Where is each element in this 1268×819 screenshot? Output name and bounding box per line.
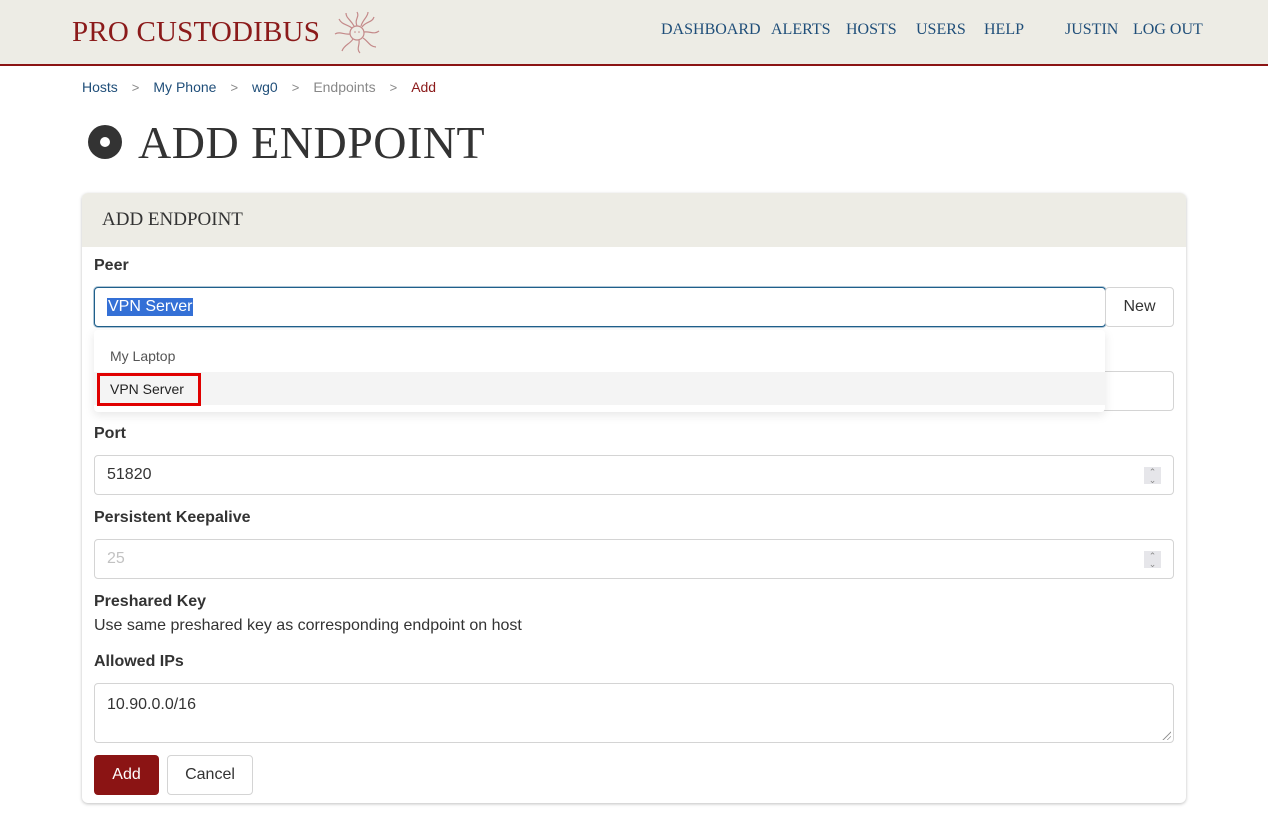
allowed-ips-textarea[interactable]: 10.90.0.0/16: [94, 683, 1174, 743]
nav-alerts[interactable]: ALERTS: [771, 21, 830, 39]
allowed-ips-label: Allowed IPs: [94, 653, 184, 670]
new-peer-button[interactable]: New: [1105, 287, 1174, 327]
nav-hosts[interactable]: HOSTS: [846, 21, 897, 39]
preshared-key-label: Preshared Key: [94, 593, 207, 610]
breadcrumb-separator: >: [389, 79, 398, 95]
peer-input-value: VPN Server: [107, 298, 194, 316]
breadcrumb-separator: >: [230, 79, 239, 95]
breadcrumb-endpoints: Endpoints: [313, 79, 376, 95]
add-endpoint-card: ADD ENDPOINT Peer VPN Server New My Lapt…: [82, 193, 1186, 803]
cancel-button[interactable]: Cancel: [167, 755, 253, 795]
peer-input[interactable]: VPN Server: [94, 287, 1106, 327]
chevron-down-icon[interactable]: ⌄: [1149, 559, 1157, 568]
resize-handle-icon[interactable]: [1161, 730, 1171, 740]
annotation-highlight-box: [97, 373, 201, 406]
preshared-key-help: Use same preshared key as corresponding …: [94, 617, 522, 634]
nav-dashboard[interactable]: DASHBOARD: [661, 21, 761, 39]
nav-users[interactable]: USERS: [916, 21, 966, 39]
breadcrumb-my-phone[interactable]: My Phone: [153, 79, 216, 95]
breadcrumb-separator: >: [131, 79, 140, 95]
port-input[interactable]: 51820 ⌃ ⌄: [94, 455, 1174, 495]
top-navbar: PRO CUSTODIBUS DASHBOARD ALERTS HOSTS US…: [0, 0, 1268, 66]
page-title: ADD ENDPOINT: [138, 116, 486, 168]
keepalive-input[interactable]: 25 ⌃ ⌄: [94, 539, 1174, 579]
chevron-down-icon[interactable]: ⌄: [1149, 475, 1157, 484]
nav-help[interactable]: HELP: [984, 21, 1024, 39]
card-header: ADD ENDPOINT: [82, 193, 1186, 247]
breadcrumb-separator: >: [291, 79, 300, 95]
port-spinner[interactable]: ⌃ ⌄: [1144, 467, 1161, 484]
keepalive-spinner[interactable]: ⌃ ⌄: [1144, 551, 1161, 568]
allowed-ips-value: 10.90.0.0/16: [107, 696, 196, 713]
nav-user-profile[interactable]: JUSTIN: [1065, 21, 1118, 39]
port-label: Port: [94, 425, 126, 442]
keepalive-placeholder: 25: [107, 550, 125, 567]
option-label: My Laptop: [110, 347, 176, 364]
keepalive-label: Persistent Keepalive: [94, 509, 251, 526]
breadcrumb-wg0[interactable]: wg0: [252, 79, 278, 95]
nav-logout[interactable]: LOG OUT: [1133, 21, 1203, 39]
main-nav: DASHBOARD ALERTS HOSTS USERS HELP JUSTIN…: [0, 0, 1268, 64]
peer-option-my-laptop[interactable]: My Laptop: [94, 339, 1105, 372]
breadcrumb-hosts[interactable]: Hosts: [82, 79, 118, 95]
page-title-block: ADD ENDPOINT: [88, 112, 485, 172]
peer-option-vpn-server[interactable]: VPN Server: [94, 372, 1105, 406]
add-button[interactable]: Add: [94, 755, 159, 795]
port-value: 51820: [107, 466, 152, 483]
breadcrumb-add: Add: [411, 79, 437, 95]
peer-label: Peer: [94, 257, 129, 274]
peer-autocomplete-dropdown: My Laptop VPN Server: [94, 330, 1105, 412]
endpoint-icon: [88, 125, 122, 159]
breadcrumb: Hosts > My Phone > wg0 > Endpoints > Add: [82, 77, 436, 97]
